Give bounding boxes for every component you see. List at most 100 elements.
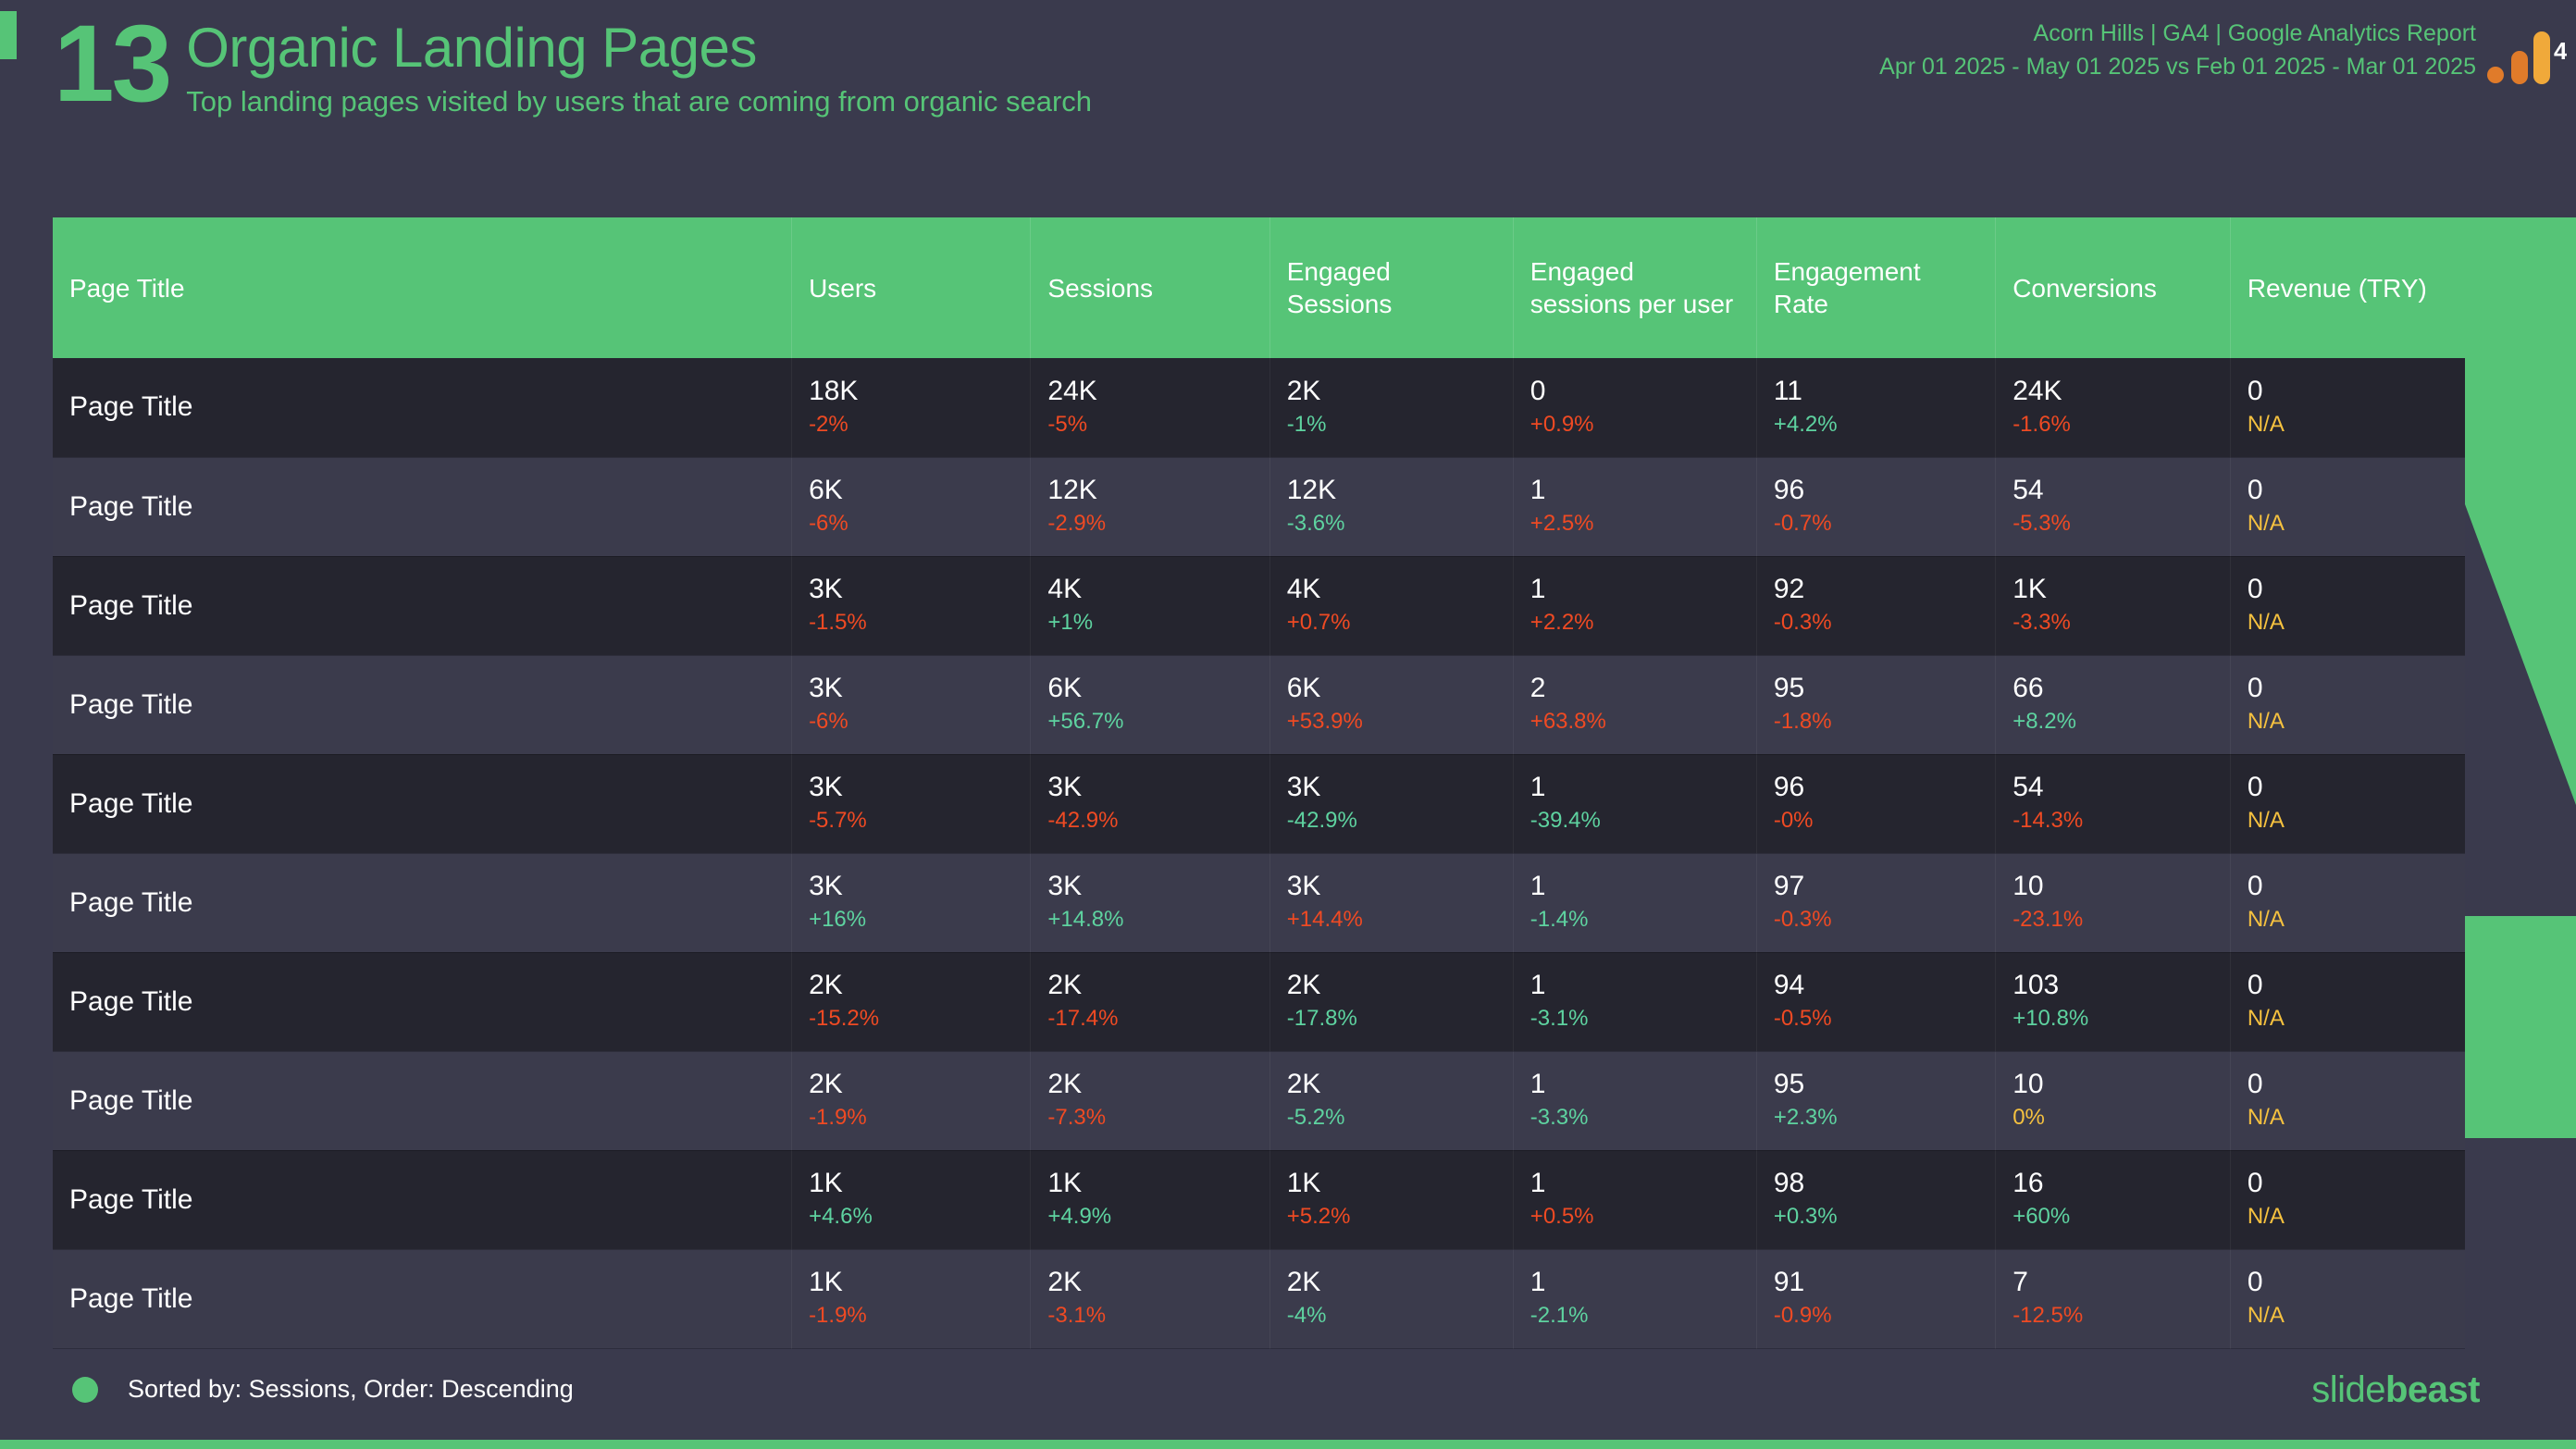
cell-metric-6: 0 N/A — [2230, 1249, 2465, 1349]
cell-metric-5: 24K -1.6% — [1995, 358, 2231, 458]
table-row[interactable]: Page Title 1K -1.9% 2K -3.1% 2K -4% 1 -2.1% 91 -0.… — [53, 1249, 2465, 1349]
cell-metric-5: 103 +10.8% — [1995, 952, 2231, 1052]
column-header-conversions[interactable]: Conversions — [1995, 217, 2231, 358]
metric-value: 3K — [809, 672, 843, 703]
google-analytics-logo-icon: 4 — [2487, 31, 2567, 84]
metric-delta: -1.9% — [809, 1105, 867, 1131]
column-header-users[interactable]: Users — [791, 217, 1032, 358]
table-row[interactable]: Page Title 1K +4.6% 1K +4.9% 1K +5.2% 1 +0.5% 98 +… — [53, 1150, 2465, 1250]
metric-delta: +63.8% — [1530, 709, 1606, 735]
metric-value: 0 — [2247, 1266, 2263, 1297]
cell-page-title: Page Title — [53, 754, 793, 854]
column-header-sessions[interactable]: Sessions — [1030, 217, 1270, 358]
metric-delta: -3.3% — [2012, 610, 2071, 636]
column-header-engaged-sessions[interactable]: Engaged Sessions — [1269, 217, 1514, 358]
metric-delta: -2.1% — [1530, 1303, 1589, 1329]
metric-value: 0 — [2247, 771, 2263, 802]
cell-metric-5: 66 +8.2% — [1995, 655, 2231, 755]
cell-metric-6: 0 N/A — [2230, 754, 2465, 854]
page-title-value: Page Title — [69, 589, 193, 621]
cell-metric-6: 0 N/A — [2230, 1051, 2465, 1151]
metric-delta: N/A — [2247, 1204, 2285, 1230]
cell-metric-6: 0 N/A — [2230, 457, 2465, 557]
sort-info-label: Sorted by: Sessions, Order: Descending — [128, 1375, 574, 1403]
cell-metric-4: 95 -1.8% — [1756, 655, 1997, 755]
slide-footer: Sorted by: Sessions, Order: Descending s… — [0, 1347, 2576, 1449]
cell-metric-0: 2K -15.2% — [791, 952, 1032, 1052]
page-title-value: Page Title — [69, 886, 193, 918]
metric-delta: N/A — [2247, 1303, 2285, 1329]
cell-metric-3: 1 -3.3% — [1513, 1051, 1757, 1151]
table-row[interactable]: Page Title 3K -1.5% 4K +1% 4K +0.7% 1 +2.2% 92 -0.… — [53, 556, 2465, 656]
metric-delta: -0.9% — [1773, 1303, 1832, 1329]
metric-delta: N/A — [2247, 511, 2285, 537]
metric-delta: +4.9% — [1047, 1204, 1112, 1230]
metric-value: 6K — [809, 474, 843, 505]
cell-metric-2: 2K -1% — [1269, 358, 1514, 458]
cell-metric-6: 0 N/A — [2230, 952, 2465, 1052]
cell-metric-2: 3K +14.4% — [1269, 853, 1514, 953]
table-row[interactable]: Page Title 3K +16% 3K +14.8% 3K +14.4% 1 -1.4% 97… — [53, 853, 2465, 953]
metric-value: 1 — [1530, 1068, 1546, 1099]
metric-value: 0 — [2247, 672, 2263, 703]
metric-value: 54 — [2012, 474, 2044, 505]
metric-delta: +14.4% — [1286, 907, 1363, 933]
metric-value: 3K — [809, 573, 843, 604]
column-header-engaged-sessions-per-user[interactable]: Engaged sessions per user — [1513, 217, 1757, 358]
cell-metric-1: 4K +1% — [1030, 556, 1270, 656]
table-header-row: Page Title Users Sessions Engaged Sessio… — [53, 217, 2465, 358]
metric-value: 95 — [1773, 1068, 1805, 1099]
metric-value: 6K — [1286, 672, 1321, 703]
page-title: Organic Landing Pages — [186, 17, 757, 79]
landing-pages-table-wrapper[interactable]: Page Title Users Sessions Engaged Sessio… — [53, 217, 2465, 1349]
table-row[interactable]: Page Title 2K -15.2% 2K -17.4% 2K -17.8% 1 -3.1%… — [53, 952, 2465, 1052]
metric-value: 3K — [1286, 771, 1321, 802]
cell-metric-2: 1K +5.2% — [1269, 1150, 1514, 1250]
metric-value: 0 — [2247, 375, 2263, 406]
metric-delta: +0.5% — [1530, 1204, 1594, 1230]
cell-metric-3: 1 -3.1% — [1513, 952, 1757, 1052]
page-subtitle: Top landing pages visited by users that … — [186, 85, 1093, 118]
metric-delta: +4.2% — [1773, 411, 1838, 437]
metric-value: 1 — [1530, 1167, 1546, 1198]
column-header-engagement-rate[interactable]: Engagement Rate — [1756, 217, 1997, 358]
table-body: Page Title 18K -2% 24K -5% 2K -1% 0 +0.9% 11 +4.2%… — [53, 358, 2465, 1349]
metric-value: 97 — [1773, 870, 1805, 901]
page-title-value: Page Title — [69, 1183, 193, 1215]
brand-bold-part: beast — [2385, 1369, 2481, 1410]
metric-value: 3K — [1047, 870, 1083, 901]
brand-light-part: slide — [2311, 1369, 2385, 1410]
metric-delta: -0.3% — [1773, 610, 1832, 636]
cell-metric-6: 0 N/A — [2230, 655, 2465, 755]
cell-metric-4: 91 -0.9% — [1756, 1249, 1997, 1349]
metric-value: 1 — [1530, 573, 1546, 604]
metric-delta: +0.7% — [1286, 610, 1351, 636]
metric-delta: +1% — [1047, 610, 1094, 636]
table-row[interactable]: Page Title 3K -5.7% 3K -42.9% 3K -42.9% 1 -39.4%… — [53, 754, 2465, 854]
table-row[interactable]: Page Title 18K -2% 24K -5% 2K -1% 0 +0.9% 11 +4.2%… — [53, 358, 2465, 458]
column-header-page-title[interactable]: Page Title — [53, 217, 793, 358]
column-header-revenue[interactable]: Revenue (TRY) — [2230, 217, 2465, 358]
table-row[interactable]: Page Title 3K -6% 6K +56.7% 6K +53.9% 2 +63.8% 95… — [53, 655, 2465, 755]
cell-metric-2: 12K -3.6% — [1269, 457, 1514, 557]
cell-metric-1: 1K +4.9% — [1030, 1150, 1270, 1250]
cell-metric-2: 2K -17.8% — [1269, 952, 1514, 1052]
cell-metric-5: 10 0% — [1995, 1051, 2231, 1151]
metric-delta: -1.4% — [1530, 907, 1589, 933]
cell-page-title: Page Title — [53, 1150, 793, 1250]
metric-value: 103 — [2012, 969, 2060, 1000]
metric-value: 2K — [1286, 1068, 1321, 1099]
table-row[interactable]: Page Title 2K -1.9% 2K -7.3% 2K -5.2% 1 -3.3% 95 +… — [53, 1051, 2465, 1151]
metric-delta: +60% — [2012, 1204, 2071, 1230]
metric-value: 7 — [2012, 1266, 2028, 1297]
logo-badge-number: 4 — [2554, 37, 2567, 65]
metric-delta: +2.2% — [1530, 610, 1594, 636]
cell-metric-4: 96 -0% — [1756, 754, 1997, 854]
metric-delta: +4.6% — [809, 1204, 873, 1230]
metric-delta: -12.5% — [2012, 1303, 2084, 1329]
metric-delta: N/A — [2247, 411, 2285, 437]
header-title-group: Organic Landing Pages Top landing pages … — [186, 19, 1092, 118]
table-row[interactable]: Page Title 6K -6% 12K -2.9% 12K -3.6% 1 +2.5% 96-… — [53, 457, 2465, 557]
metric-delta: +5.2% — [1286, 1204, 1351, 1230]
metric-delta: -0.7% — [1773, 511, 1832, 537]
